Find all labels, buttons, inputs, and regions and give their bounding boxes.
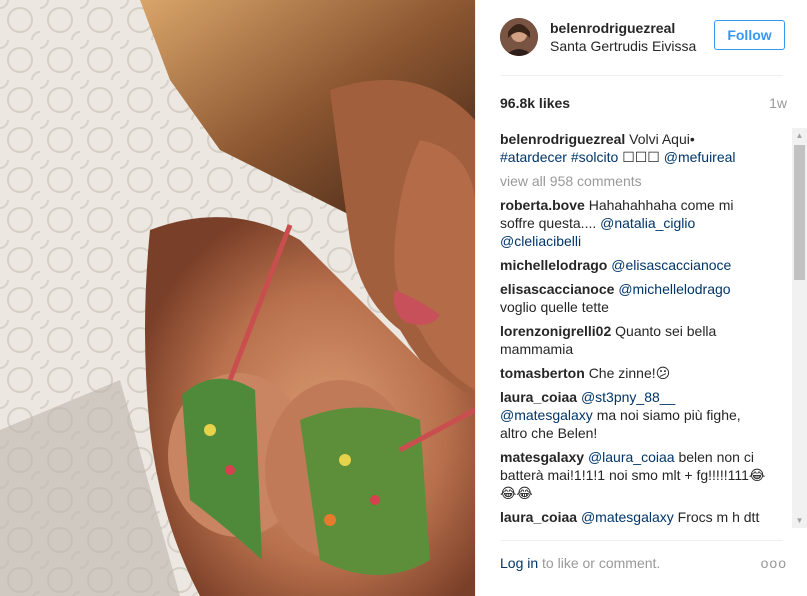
scroll-down-icon[interactable]: ▼ [792,513,807,528]
comments-list: belenrodriguezreal Volvi Aqui• #atardece… [500,130,770,526]
divider [500,540,783,541]
comment-mention[interactable]: @laura_coiaa [588,449,675,465]
comment-mention[interactable]: @elisascaccianoce [611,257,731,273]
post-photo-image [0,0,475,596]
comment-username[interactable]: laura_coiaa [500,389,577,405]
comment-mention[interactable]: @matesgalaxy [581,509,674,525]
comment-item: michellelodrago @elisascaccianoce [500,256,770,274]
instagram-post: belenrodriguezreal Santa Gertrudis Eivis… [0,0,807,596]
comment-username[interactable]: elisascaccianoce [500,281,614,297]
post-stats: 96.8k likes 1w [500,95,787,111]
comment-username[interactable]: michellelodrago [500,257,607,273]
comments-scrollbar[interactable]: ▲ ▼ [792,128,807,528]
comment-username[interactable]: lorenzonigrelli02 [500,323,611,339]
caption-text: Volvi Aqui• [629,131,695,147]
caption-username[interactable]: belenrodriguezreal [500,131,625,147]
comment-item: matesgalaxy @laura_coiaa belen non ci ba… [500,448,770,502]
comment-text: voglio quelle tette [500,299,609,315]
avatar-image [500,18,538,56]
comment-item: tomasberton Che zinne!😕 [500,364,770,382]
comment-item: laura_coiaa @st3pny_88__ @matesgalaxy ma… [500,388,770,442]
avatar[interactable] [500,18,538,56]
comment-username[interactable]: tomasberton [500,365,585,381]
login-prompt: Log in to like or comment. [500,555,660,571]
follow-button[interactable]: Follow [714,20,785,50]
post-timestamp[interactable]: 1w [769,95,787,111]
comment-username[interactable]: roberta.bove [500,197,585,213]
caption-hashtags[interactable]: #atardecer #solcito [500,149,618,165]
caption: belenrodriguezreal Volvi Aqui• #atardece… [500,130,770,166]
caption-emoji: ☐☐☐ [622,149,660,165]
comment-item: roberta.bove Hahahahhaha come mi soffre … [500,196,770,250]
scroll-up-icon[interactable]: ▲ [792,128,807,143]
divider [500,75,783,76]
more-options-icon[interactable]: ooo [761,555,787,571]
comment-item: elisascaccianoce @michellelodrago voglio… [500,280,770,316]
comment-mention[interactable]: @michellelodrago [618,281,730,297]
post-header: belenrodriguezreal Santa Gertrudis Eivis… [500,15,787,59]
comment-username[interactable]: matesgalaxy [500,449,584,465]
location-link[interactable]: Santa Gertrudis Eivissa [550,37,700,55]
comment-item: laura_coiaa @matesgalaxy Frocs m h dtt [500,508,770,526]
likes-count[interactable]: 96.8k likes [500,95,570,111]
comment-text: Frocs m h dtt [677,509,760,525]
comment-text: Che zinne!😕 [588,365,671,381]
comment-item: lorenzonigrelli02 Quanto sei bella mamma… [500,322,770,358]
post-footer: Log in to like or comment. ooo [500,555,787,571]
login-link[interactable]: Log in [500,555,538,571]
login-prompt-text: to like or comment. [542,555,661,571]
comment-username[interactable]: laura_coiaa [500,509,577,525]
post-sidebar: belenrodriguezreal Santa Gertrudis Eivis… [475,0,807,596]
caption-mention[interactable]: @mefuireal [664,149,736,165]
post-photo[interactable] [0,0,475,596]
scrollbar-thumb[interactable] [794,145,805,280]
view-all-comments-link[interactable]: view all 958 comments [500,172,770,190]
